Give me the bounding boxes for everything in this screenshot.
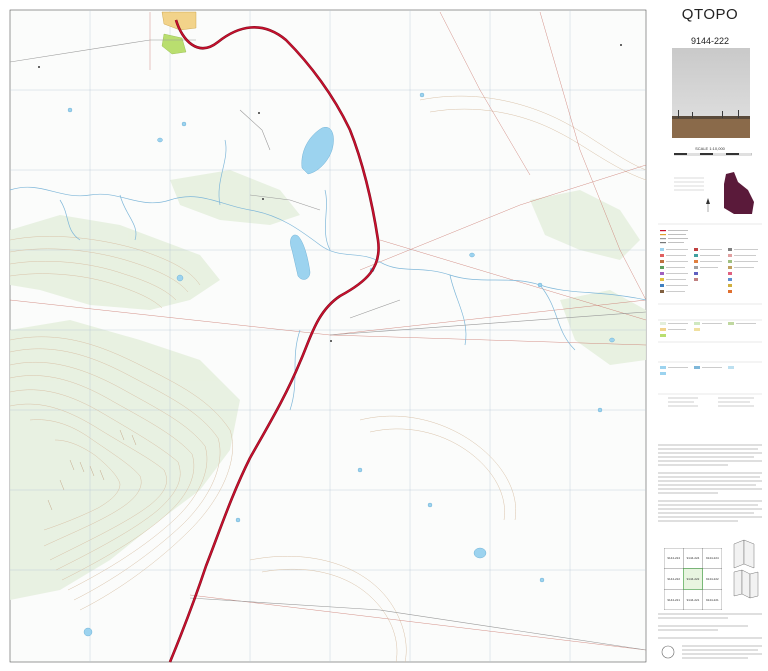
index-cell: 9144-222 — [705, 576, 719, 581]
legend-text-lines — [666, 230, 758, 407]
locator-diagram — [674, 172, 754, 214]
index-cell: 9144-224 — [667, 556, 680, 561]
index-cell: 9144-222 — [667, 576, 680, 581]
footer-text — [658, 613, 762, 659]
map-title: QTOPO — [681, 6, 739, 23]
legend-symbols — [660, 248, 732, 293]
disclaimer-text — [658, 444, 762, 522]
queensland-outline — [724, 172, 754, 214]
map-info-panel: QTOPO 9144-222 SCALE 1:10,000 9144-224 9… — [652, 0, 768, 671]
index-cell: 9144-221 — [705, 597, 719, 602]
cover-photo — [672, 48, 750, 138]
folding-diagram — [733, 539, 759, 599]
index-cell: 9144-222 — [686, 576, 700, 581]
index-cell: 9144-221 — [667, 597, 680, 602]
sheet-number: 9144-222 — [690, 36, 730, 46]
index-cell: 9144-224 — [686, 556, 700, 561]
index-cell: 9144-221 — [686, 597, 700, 602]
legend-road-swatches — [660, 230, 666, 244]
government-crest-icon — [661, 645, 675, 659]
legend-landcover — [660, 322, 734, 375]
legend — [658, 223, 762, 407]
index-cell: 9144-224 — [705, 556, 719, 561]
scale-bar — [674, 153, 752, 156]
scale-label: SCALE 1:10,000 — [695, 146, 725, 151]
index-labels: 9144-224 9144-224 9144-224 9144-222 9144… — [664, 548, 722, 610]
